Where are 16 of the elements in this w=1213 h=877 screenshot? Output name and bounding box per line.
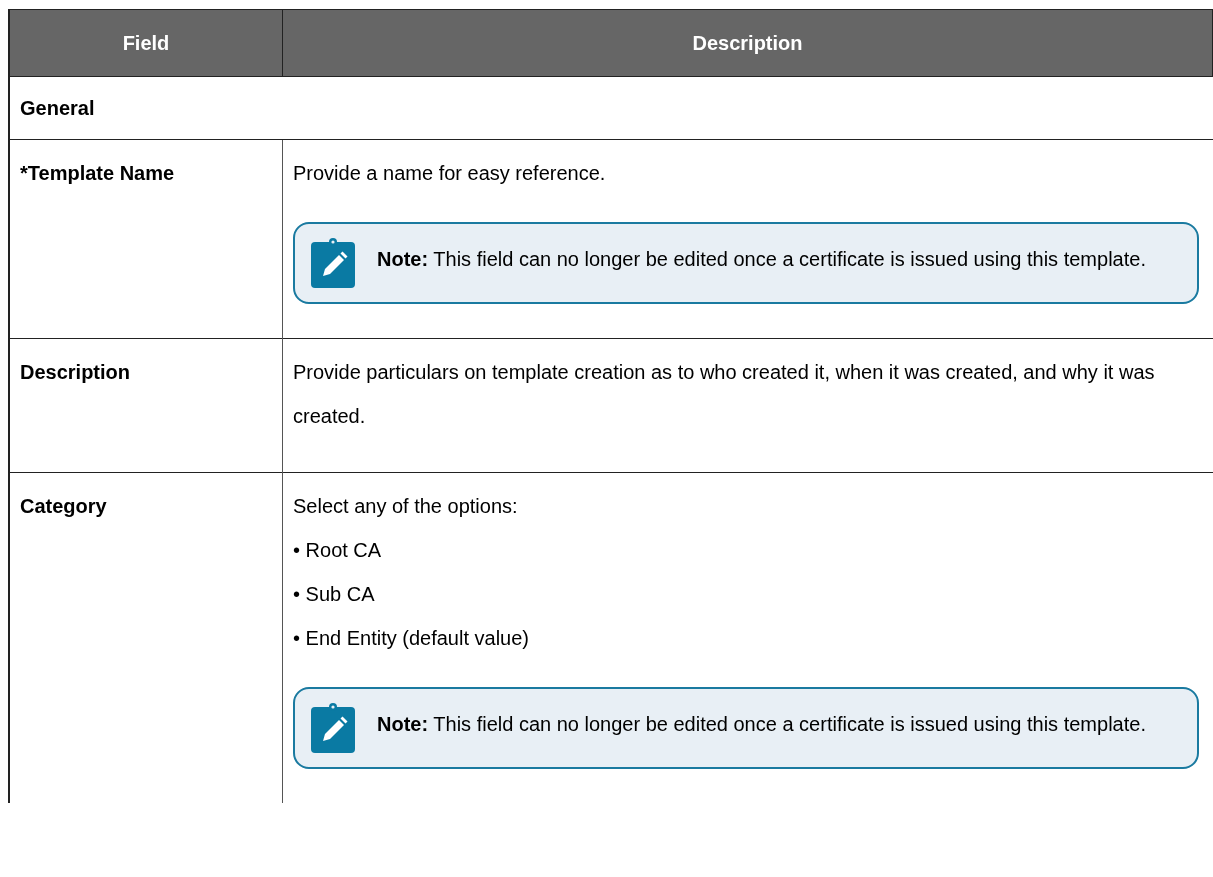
description-text: Select any of the options:: [293, 494, 519, 519]
section-heading: General: [9, 76, 1213, 140]
bullet-item: • End Entity (default value): [293, 626, 530, 651]
bullet-item: • Root CA: [293, 538, 383, 563]
description-text: Provide particulars on template creation as to who created it, when it was created, and why it was created.: [293, 360, 1156, 429]
field-name: Category: [9, 472, 283, 803]
column-header: Description: [282, 9, 1213, 77]
clipboard-pencil-icon: [311, 238, 355, 288]
note-text: Note: This field can no longer be edited once a certificate is issued using this template.: [377, 247, 1146, 272]
note-text: Note: This field can no longer be edited once a certificate is issued using this template.: [377, 712, 1146, 737]
column-header: Field: [9, 9, 283, 77]
bullet-item: • Sub CA: [293, 582, 376, 607]
description-text: Provide a name for easy reference.: [293, 161, 607, 186]
field-name: *Template Name: [9, 139, 283, 339]
field-name: Description: [9, 338, 283, 473]
clipboard-pencil-icon: [311, 703, 355, 753]
